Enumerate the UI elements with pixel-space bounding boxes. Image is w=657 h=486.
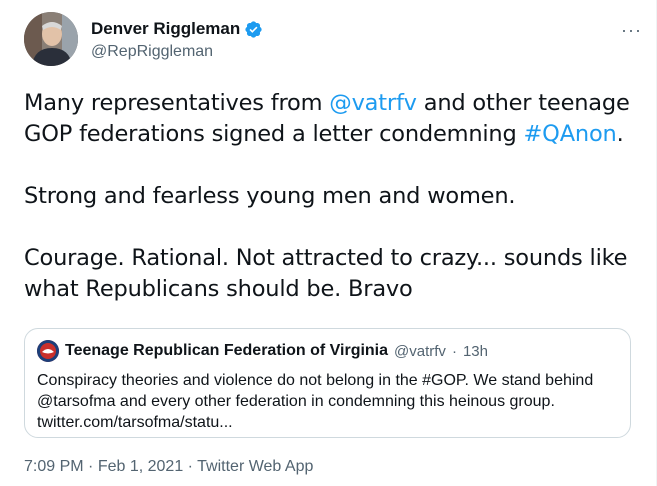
quoted-display-name[interactable]: Teenage Republican Federation of Virgini… bbox=[65, 342, 388, 360]
quoted-line-1: Conspiracy theories and violence do not … bbox=[37, 372, 594, 389]
quoted-tweet[interactable]: Teenage Republican Federation of Virgini… bbox=[24, 328, 631, 438]
quoted-text: Conspiracy theories and violence do not … bbox=[37, 370, 617, 433]
tweet-date[interactable]: Feb 1, 2021 bbox=[98, 458, 183, 475]
mention-link[interactable]: @vatrfv bbox=[329, 90, 417, 116]
tweet-time[interactable]: 7:09 PM bbox=[24, 458, 84, 475]
tweet-line-1: Many representatives from @vatrfv and ot… bbox=[24, 88, 644, 150]
tweet-card: Denver Riggleman @RepRiggleman ··· Many … bbox=[0, 0, 657, 486]
seal-icon bbox=[37, 340, 59, 362]
quoted-avatar[interactable] bbox=[37, 340, 59, 362]
tweet-line-3: Courage. Rational. Not attracted to craz… bbox=[24, 245, 628, 302]
tweet-line-2: Strong and fearless young men and women. bbox=[24, 183, 516, 209]
quoted-handle[interactable]: @vatrfv bbox=[394, 343, 446, 360]
author-display-name[interactable]: Denver Riggleman bbox=[91, 19, 240, 39]
profile-photo bbox=[24, 12, 78, 66]
verified-badge-icon bbox=[245, 20, 262, 38]
avatar[interactable] bbox=[24, 12, 78, 66]
quoted-time[interactable]: 13h bbox=[463, 343, 488, 360]
quoted-line-3: twitter.com/tarsofma/statu... bbox=[37, 414, 233, 431]
more-options-icon[interactable]: ··· bbox=[621, 20, 642, 41]
meta-separator: · bbox=[183, 458, 198, 475]
tweet-text-segment: . bbox=[616, 121, 624, 147]
tweet-text: Many representatives from @vatrfv and ot… bbox=[24, 88, 644, 305]
tweet-metadata: 7:09 PM · Feb 1, 2021 · Twitter Web App bbox=[24, 458, 313, 476]
quoted-line-2: @tarsofma and every other federation in … bbox=[37, 393, 555, 410]
tweet-source[interactable]: Twitter Web App bbox=[197, 458, 313, 475]
tweet-text-segment: Many representatives from bbox=[24, 90, 330, 116]
hashtag-link[interactable]: #QAnon bbox=[524, 121, 617, 147]
quoted-separator: · bbox=[451, 342, 457, 360]
meta-separator: · bbox=[83, 458, 98, 475]
author-handle[interactable]: @RepRiggleman bbox=[91, 43, 213, 61]
